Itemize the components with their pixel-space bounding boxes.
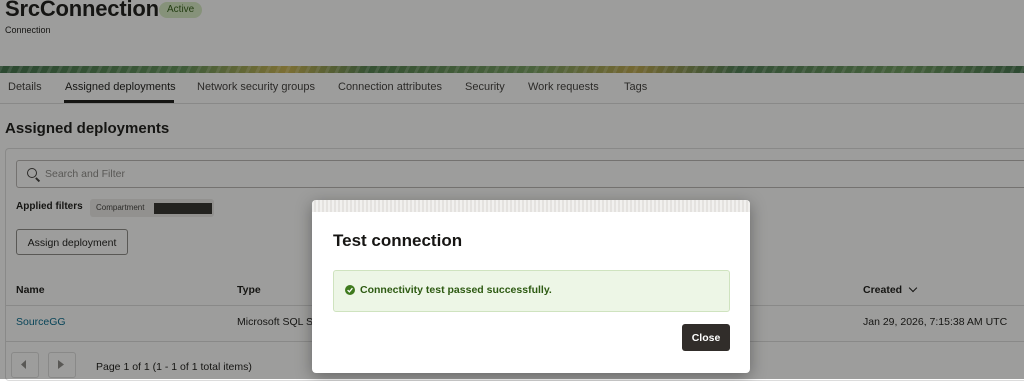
success-message: Connectivity test passed successfully. — [360, 284, 552, 296]
check-circle-icon — [345, 285, 355, 295]
success-alert: Connectivity test passed successfully. — [333, 270, 730, 312]
test-connection-dialog: Test connection Connectivity test passed… — [312, 200, 750, 373]
dialog-title: Test connection — [333, 231, 463, 250]
dialog-drag-handle — [312, 200, 750, 212]
close-button[interactable]: Close — [682, 324, 730, 351]
